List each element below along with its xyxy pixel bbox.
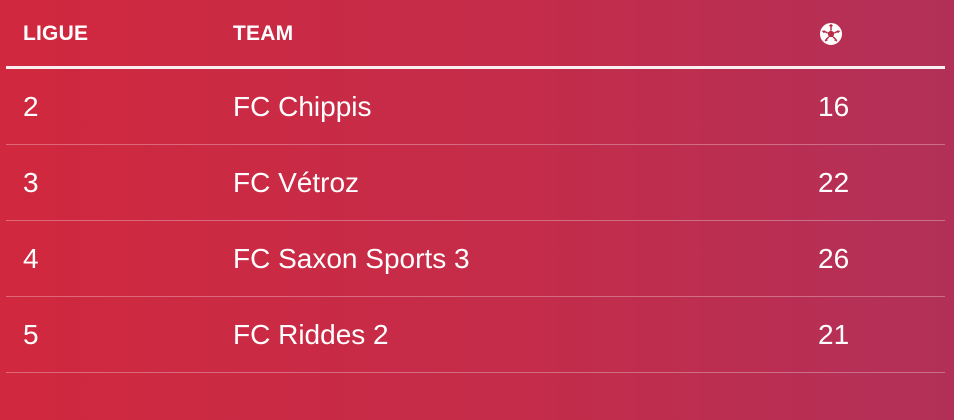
table-row: 5 FC Riddes 2 21 <box>6 297 945 373</box>
table-header: LIGUE TEAM <box>6 0 945 69</box>
league-cell: 4 <box>23 243 39 274</box>
league-cell: 3 <box>23 167 39 198</box>
goals-cell: 21 <box>818 319 850 350</box>
table-row: 3 FC Vétroz 22 <box>6 145 945 221</box>
team-cell: FC Riddes 2 <box>233 319 389 350</box>
table-row: 4 FC Saxon Sports 3 26 <box>6 221 945 297</box>
league-cell: 2 <box>23 91 39 122</box>
header-league: LIGUE <box>23 22 89 45</box>
team-cell: FC Vétroz <box>233 167 360 198</box>
header-team: TEAM <box>233 22 294 45</box>
table-row: 2 FC Chippis 16 <box>6 69 945 145</box>
goals-cell: 22 <box>818 167 850 198</box>
league-cell: 5 <box>23 319 39 350</box>
goals-cell: 26 <box>818 243 850 274</box>
goals-cell: 16 <box>818 91 850 122</box>
team-cell: FC Chippis <box>233 91 372 122</box>
standings-table: LIGUE TEAM 2 FC Chippis 16 3 FC Vétroz 2… <box>6 0 945 373</box>
team-cell: FC Saxon Sports 3 <box>233 243 470 274</box>
soccer-ball-icon <box>820 23 842 45</box>
